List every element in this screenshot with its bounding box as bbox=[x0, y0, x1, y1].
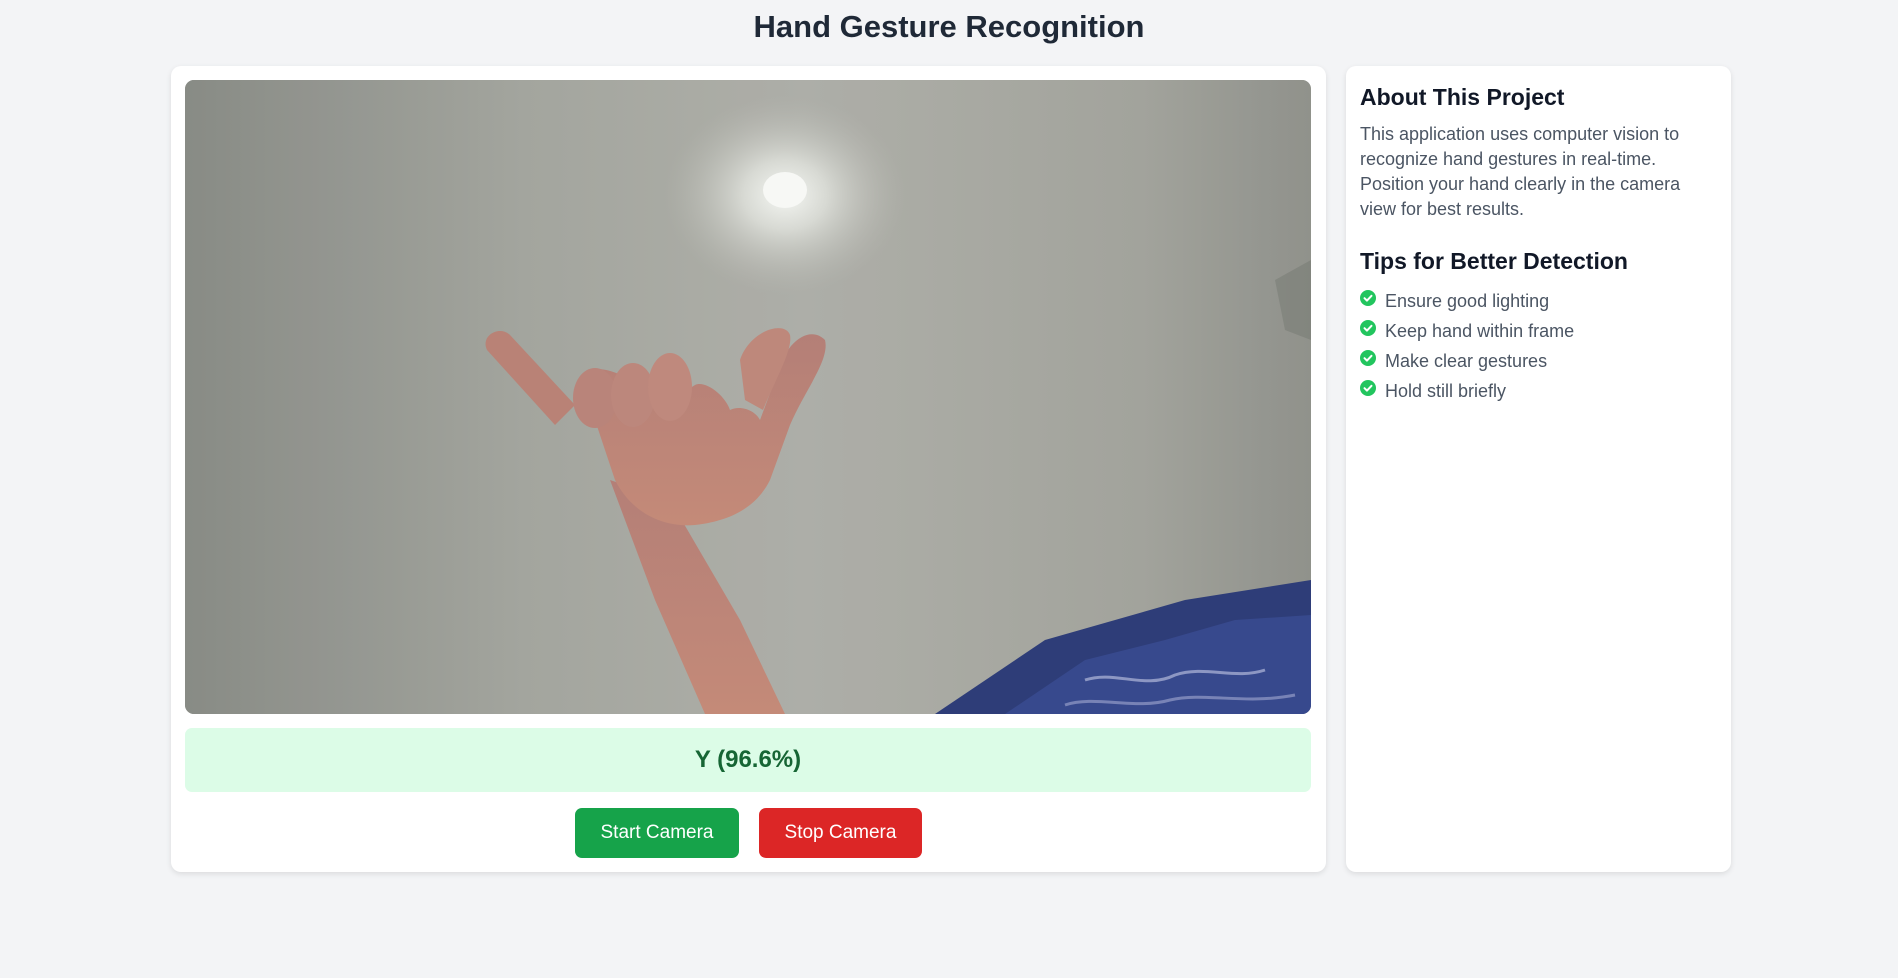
camera-card: Y (96.6%) Start Camera Stop Camera bbox=[171, 66, 1326, 872]
check-circle-icon bbox=[1360, 380, 1376, 396]
tip-label: Make clear gestures bbox=[1385, 350, 1548, 371]
camera-controls: Start Camera Stop Camera bbox=[171, 808, 1326, 858]
check-circle-icon bbox=[1360, 350, 1376, 366]
prediction-result: Y (96.6%) bbox=[185, 728, 1311, 792]
tips-list: Ensure good lighting Keep hand within fr… bbox=[1360, 286, 1717, 406]
about-title: About This Project bbox=[1360, 84, 1565, 110]
tip-label: Keep hand within frame bbox=[1385, 320, 1575, 341]
tip-item: Ensure good lighting bbox=[1360, 286, 1717, 316]
check-circle-icon bbox=[1360, 290, 1376, 306]
tip-item: Hold still briefly bbox=[1360, 376, 1717, 406]
webcam-feed-image bbox=[185, 80, 1311, 714]
tip-label: Hold still briefly bbox=[1385, 380, 1507, 401]
tips-title: Tips for Better Detection bbox=[1360, 248, 1628, 274]
tip-item: Keep hand within frame bbox=[1360, 316, 1717, 346]
info-panel: About This Project This application uses… bbox=[1346, 66, 1731, 872]
start-camera-button[interactable]: Start Camera bbox=[575, 808, 739, 858]
tip-item: Make clear gestures bbox=[1360, 346, 1717, 376]
prediction-label: Y (96.6%) bbox=[694, 746, 802, 773]
about-description: This application uses computer vision to… bbox=[1360, 124, 1681, 219]
camera-feed bbox=[185, 80, 1311, 714]
tip-label: Ensure good lighting bbox=[1385, 290, 1550, 311]
stop-camera-button[interactable]: Stop Camera bbox=[759, 808, 922, 858]
check-circle-icon bbox=[1360, 320, 1376, 336]
page-title: Hand Gesture Recognition bbox=[753, 9, 1145, 44]
